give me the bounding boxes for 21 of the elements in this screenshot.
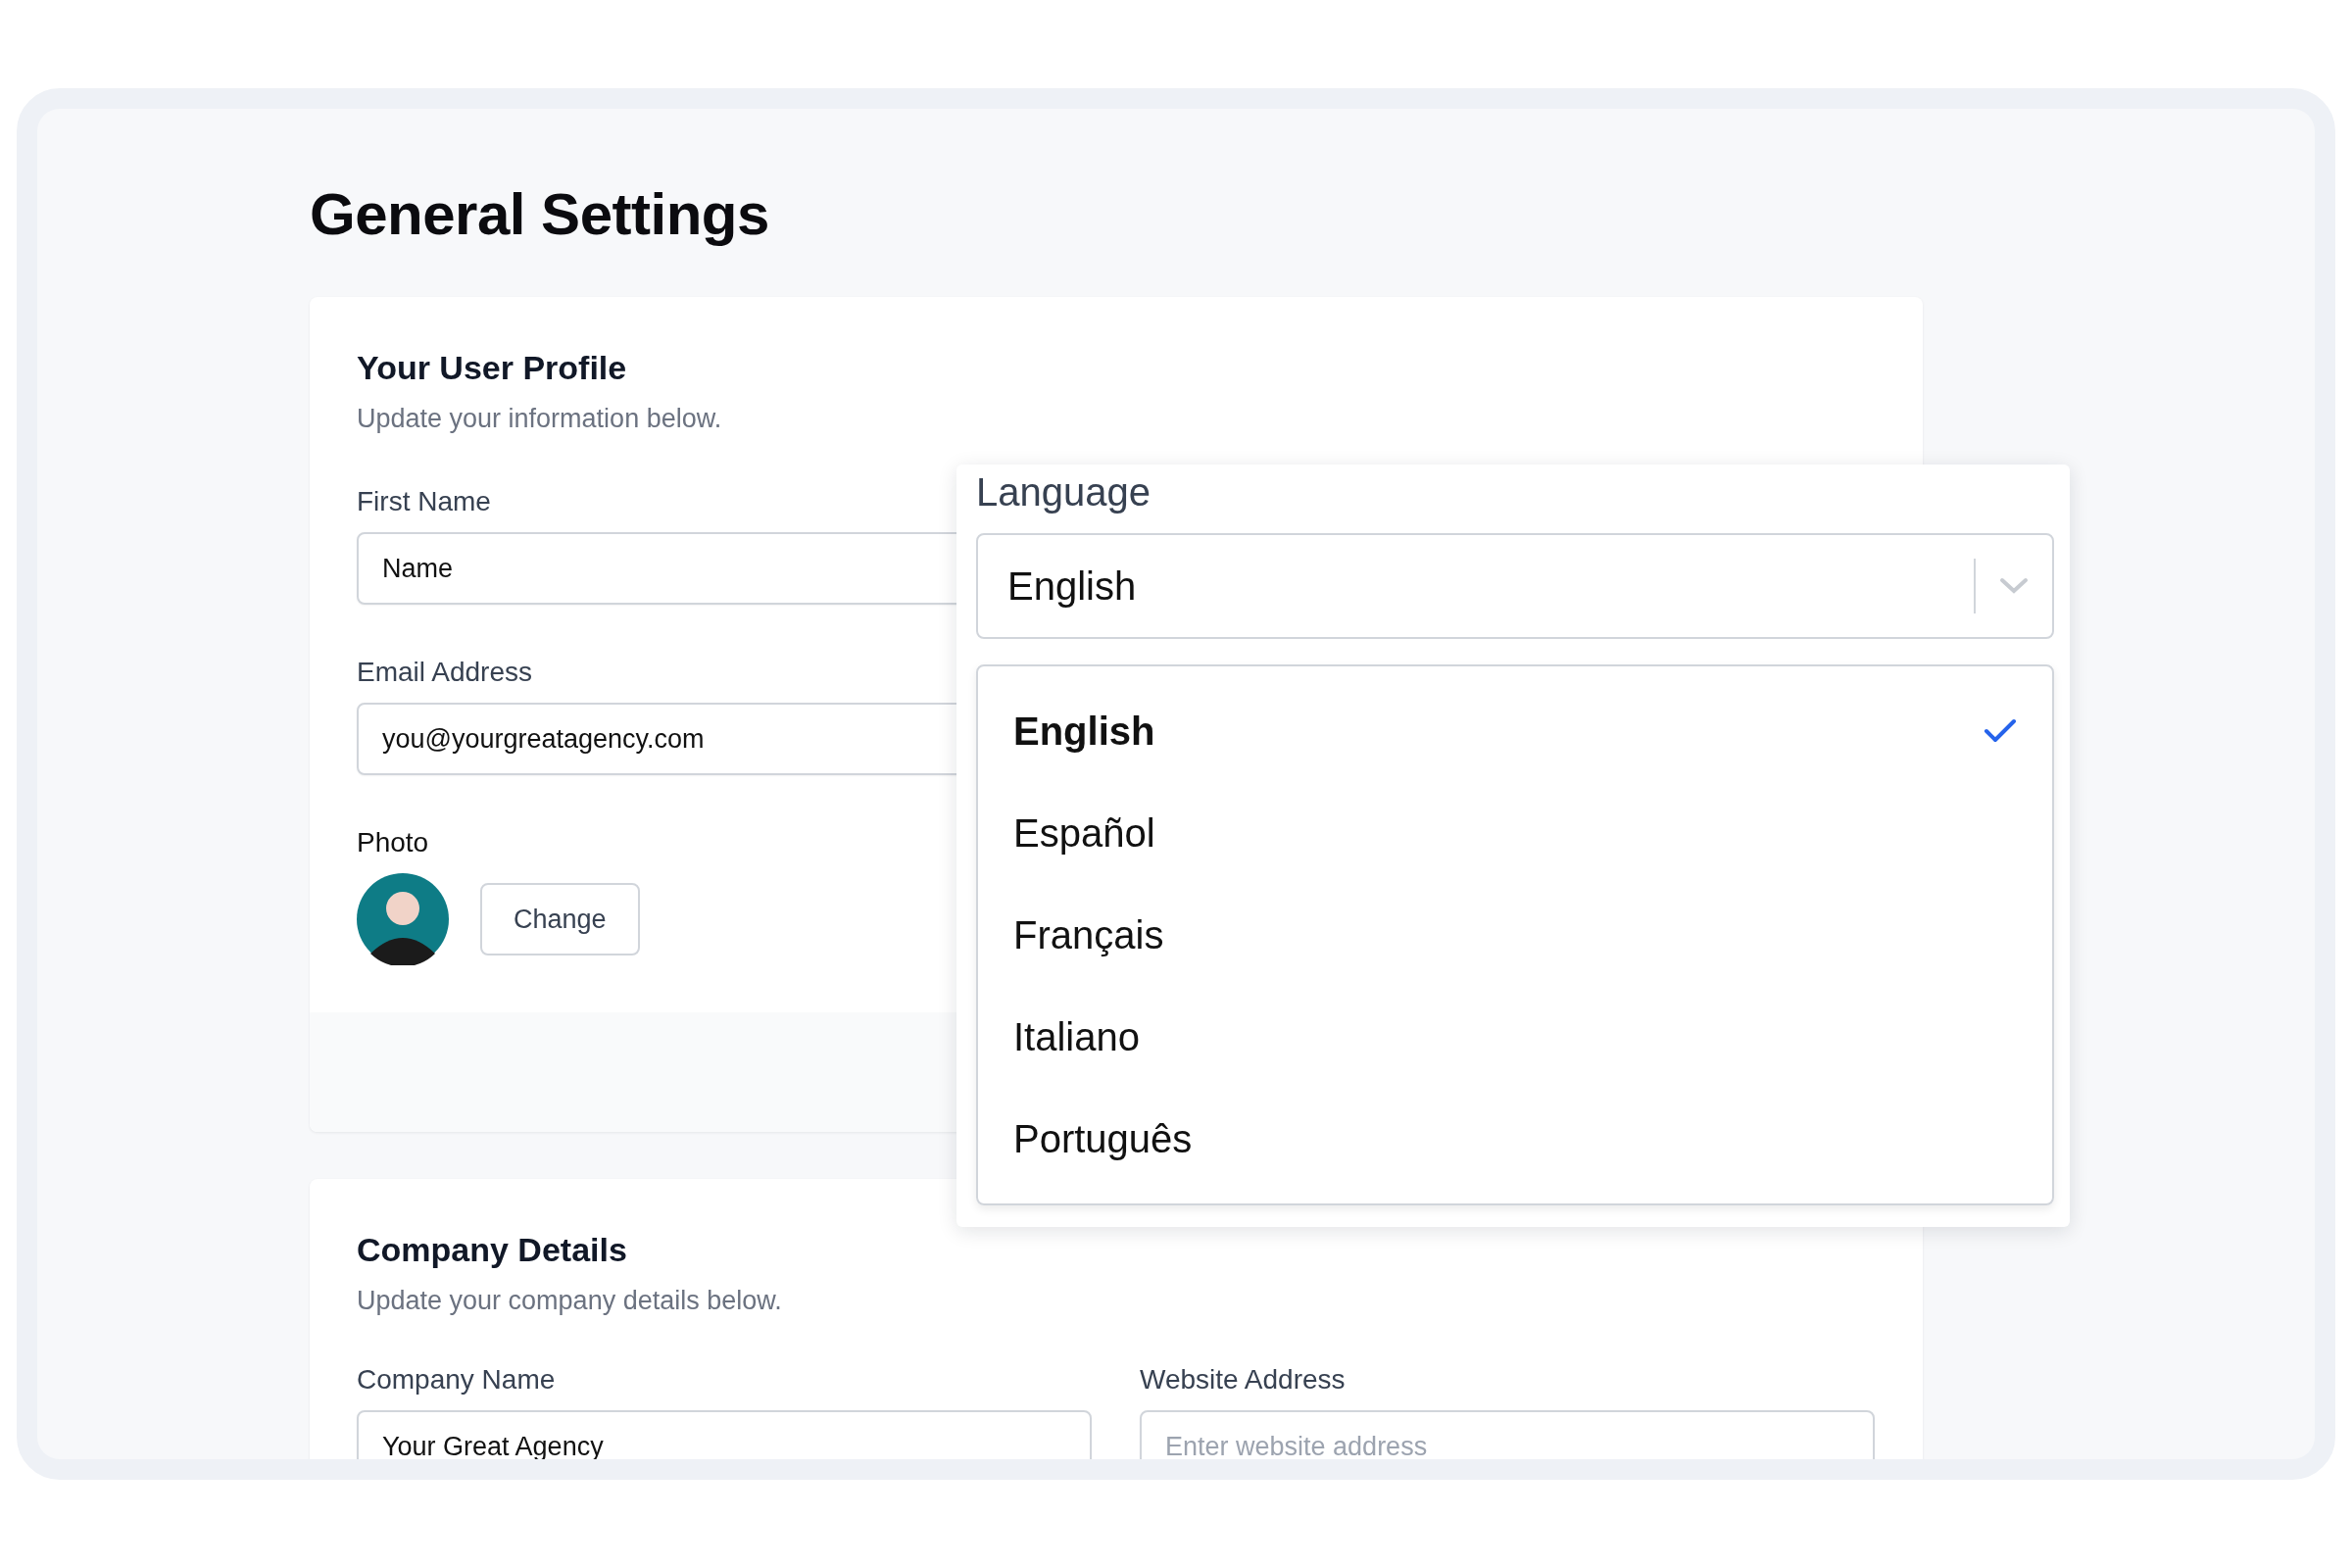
chevron-down-icon [1999,577,2029,595]
language-select[interactable]: English [976,533,2054,639]
field-label: Website Address [1140,1363,1346,1396]
language-option[interactable]: Français [1013,912,1164,957]
page-title: General Settings [310,180,770,249]
field-label: Email Address [357,656,532,689]
section-subtitle: Update your company details below. [357,1285,783,1317]
language-option[interactable]: Italiano [1013,1014,1140,1059]
language-option[interactable]: Español [1013,810,1155,856]
language-option[interactable]: English [1013,709,1155,754]
section-title: Your User Profile [357,348,628,388]
field-label: Company Name [357,1363,556,1396]
field-label: First Name [357,485,491,518]
field-label: Photo [357,826,429,859]
section-subtitle: Update your information below. [357,403,723,435]
check-icon [1984,718,2017,744]
change-photo-button[interactable]: Change [480,883,640,956]
section-title: Company Details [357,1230,628,1270]
field-label: Language [976,469,1151,515]
text-field[interactable]: Enter website address [1140,1410,1875,1459]
language-option[interactable]: Português [1013,1116,1193,1161]
